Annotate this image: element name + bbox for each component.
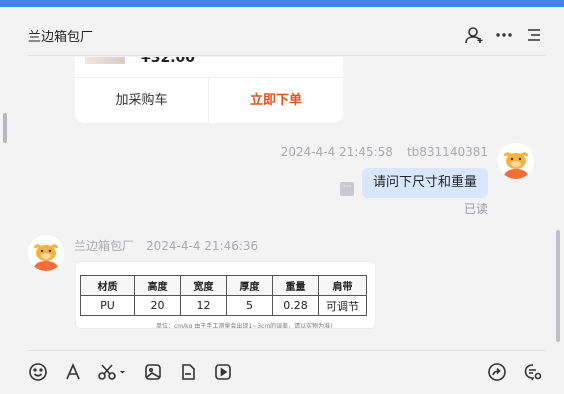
left-scrollbar[interactable] xyxy=(3,113,7,143)
header-divider xyxy=(28,55,545,56)
add-to-cart-button[interactable]: 加采购车 xyxy=(75,78,208,123)
spec-header-cell: 宽度 xyxy=(180,275,227,296)
image-icon[interactable] xyxy=(143,362,163,382)
scissors-icon[interactable] xyxy=(97,362,127,382)
spec-cell: 可调节 xyxy=(318,295,367,316)
message-timestamp: 2024-4-4 21:46:36 xyxy=(146,239,259,253)
spec-table-row: PU 20 12 5 0.28 可调节 xyxy=(80,295,367,316)
chat-title: 兰边箱包厂 xyxy=(28,30,94,45)
spec-cell: 12 xyxy=(180,295,227,316)
incoming-image-message[interactable]: 材质 高度 宽度 厚度 重量 肩带 PU 20 12 5 0.28 可调节 单位… xyxy=(75,261,376,329)
buy-now-button[interactable]: 立即下单 xyxy=(209,78,343,123)
spec-header-cell: 肩带 xyxy=(318,275,367,296)
input-divider xyxy=(28,350,545,351)
file-icon[interactable] xyxy=(178,362,198,382)
message-sender: 兰边箱包厂 xyxy=(74,239,135,253)
spec-cell: 5 xyxy=(226,295,273,316)
spec-header-cell: 高度 xyxy=(134,275,181,296)
spec-note: 单位：cm/kg 由于手工测量会出现1~3cm的误差，请以实物为准! xyxy=(156,323,333,329)
spec-cell: PU xyxy=(80,295,135,316)
my-avatar[interactable] xyxy=(498,143,534,179)
product-thumbnail[interactable] xyxy=(85,57,125,64)
emoji-reaction-icon[interactable]: ··· xyxy=(340,182,354,196)
outgoing-message-bubble[interactable]: 请问下尺寸和重量 xyxy=(362,168,489,198)
spec-cell: 0.28 xyxy=(272,295,319,316)
video-icon[interactable] xyxy=(213,362,233,382)
outgoing-message-meta: 2024-4-4 21:45:58 tb831140381 xyxy=(281,145,488,159)
spec-header-cell: 重量 xyxy=(272,275,319,296)
product-price: ¥32.00 xyxy=(141,57,196,66)
menu-list-icon[interactable] xyxy=(524,25,544,45)
font-icon[interactable] xyxy=(63,362,83,382)
spec-header-cell: 厚度 xyxy=(226,275,273,296)
window-top-bar xyxy=(0,0,564,7)
chat-scrollbar[interactable] xyxy=(556,230,560,342)
read-status: 已读 xyxy=(464,202,489,216)
product-card: ¥32.00 加采购车 立即下单 xyxy=(75,57,343,123)
spec-table-header: 材质 高度 宽度 厚度 重量 肩带 xyxy=(80,275,367,296)
shop-avatar[interactable] xyxy=(28,235,64,271)
spec-table: 材质 高度 宽度 厚度 重量 肩带 PU 20 12 5 0.28 可调节 xyxy=(80,275,367,316)
message-settings-icon[interactable] xyxy=(523,362,543,382)
more-icon[interactable] xyxy=(494,25,514,45)
emoji-icon[interactable] xyxy=(28,362,48,382)
message-timestamp: 2024-4-4 21:45:58 xyxy=(280,145,393,159)
message-sender: tb831140381 xyxy=(406,145,488,159)
add-contact-icon[interactable] xyxy=(464,25,484,45)
spec-cell: 20 xyxy=(134,295,181,316)
incoming-message-meta: 兰边箱包厂 2024-4-4 21:46:36 xyxy=(74,237,258,254)
spec-header-cell: 材质 xyxy=(80,275,135,296)
share-icon[interactable] xyxy=(487,362,507,382)
